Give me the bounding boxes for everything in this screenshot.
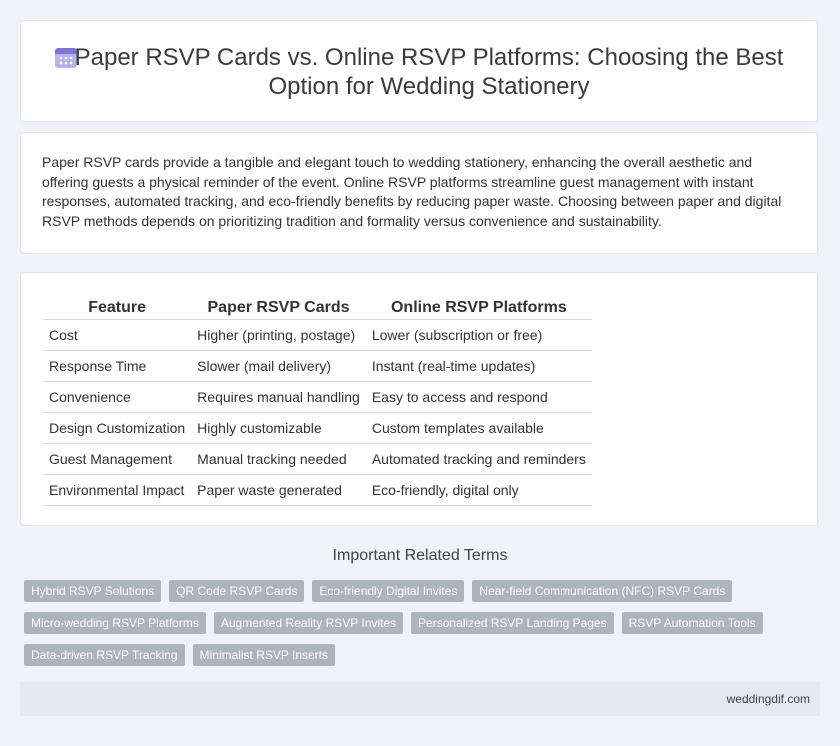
table-row: Environmental Impact Paper waste generat… — [43, 474, 592, 506]
table-row: Guest Management Manual tracking needed … — [43, 443, 592, 475]
table-cell: Higher (printing, postage) — [191, 319, 366, 351]
table-cell: Manual tracking needed — [191, 443, 366, 475]
table-cell: Response Time — [43, 350, 192, 382]
table-cell: Cost — [43, 319, 192, 351]
related-terms-heading: Important Related Terms — [332, 547, 508, 564]
related-terms-list: Hybrid RSVP Solutions QR Code RSVP Cards… — [24, 580, 804, 666]
table-header-row: Feature Paper RSVP Cards Online RSVP Pla… — [43, 295, 592, 320]
term-tag[interactable]: RSVP Automation Tools — [621, 612, 763, 634]
term-tag[interactable]: Minimalist RSVP Inserts — [192, 644, 335, 666]
page-title: Paper RSVP Cards vs. Online RSVP Platfor… — [74, 44, 784, 100]
table-cell: Environmental Impact — [43, 474, 192, 506]
table-row: Design Customization Highly customizable… — [43, 412, 592, 444]
comparison-table: Feature Paper RSVP Cards Online RSVP Pla… — [43, 295, 592, 506]
intro-paragraph: Paper RSVP cards provide a tangible and … — [42, 154, 782, 229]
table-cell: Custom templates available — [365, 412, 592, 444]
term-tag[interactable]: Near-field Communication (NFC) RSVP Card… — [472, 580, 733, 602]
intro-card: Paper RSVP cards provide a tangible and … — [20, 132, 818, 254]
term-tag[interactable]: Augmented Reality RSVP Invites — [213, 612, 404, 634]
table-cell: Requires manual handling — [191, 381, 366, 413]
term-tag[interactable]: Micro-wedding RSVP Platforms — [24, 612, 206, 634]
table-cell: Automated tracking and reminders — [365, 443, 592, 475]
table-cell: Slower (mail delivery) — [191, 350, 366, 382]
comparison-card: Feature Paper RSVP Cards Online RSVP Pla… — [20, 272, 818, 526]
table-row: Cost Higher (printing, postage) Lower (s… — [43, 319, 592, 351]
footer: weddingdif.com — [20, 682, 820, 716]
table-cell: Eco-friendly, digital only — [365, 474, 592, 506]
term-tag[interactable]: Hybrid RSVP Solutions — [24, 580, 162, 602]
table-cell: Guest Management — [43, 443, 192, 475]
footer-site-link[interactable]: weddingdif.com — [727, 692, 810, 706]
table-cell: Easy to access and respond — [365, 381, 592, 413]
table-cell: Highly customizable — [191, 412, 366, 444]
term-tag[interactable]: Data-driven RSVP Tracking — [24, 644, 185, 666]
table-row: Convenience Requires manual handling Eas… — [43, 381, 592, 413]
table-row: Response Time Slower (mail delivery) Ins… — [43, 350, 592, 382]
term-tag[interactable]: Personalized RSVP Landing Pages — [411, 612, 614, 634]
table-cell: Paper waste generated — [191, 474, 366, 506]
header-card: Paper RSVP Cards vs. Online RSVP Platfor… — [20, 20, 818, 122]
header-feature: Feature — [43, 295, 192, 320]
header-paper: Paper RSVP Cards — [191, 295, 366, 320]
header-online: Online RSVP Platforms — [365, 295, 592, 320]
table-cell: Instant (real-time updates) — [365, 350, 592, 382]
table-cell: Design Customization — [43, 412, 192, 444]
table-cell: Lower (subscription or free) — [365, 319, 592, 351]
table-cell: Convenience — [43, 381, 192, 413]
term-tag[interactable]: QR Code RSVP Cards — [169, 580, 305, 602]
term-tag[interactable]: Eco-friendly Digital Invites — [312, 580, 465, 602]
